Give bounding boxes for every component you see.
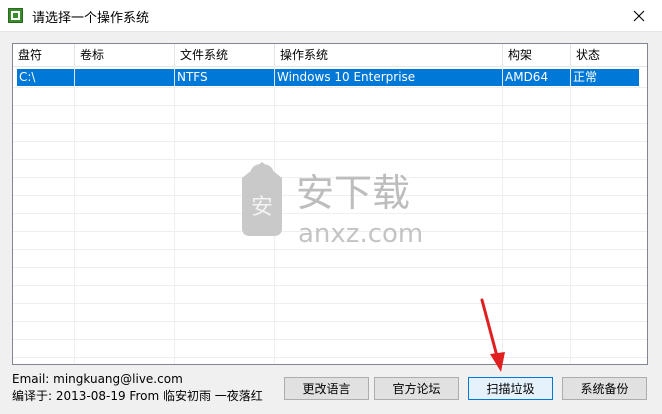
grid-line [13, 321, 647, 322]
scan-button[interactable]: 扫描垃圾 [468, 377, 553, 400]
grid-line [13, 159, 647, 160]
column-header-os[interactable]: 操作系统 [275, 44, 503, 66]
column-header-label[interactable]: 卷标 [75, 44, 175, 66]
grid-line [13, 357, 647, 358]
grid-line [13, 87, 647, 88]
grid-line [13, 105, 647, 106]
column-header-status[interactable]: 状态 [571, 44, 647, 66]
change-language-button[interactable]: 更改语言 [284, 377, 369, 400]
drive-list[interactable]: 盘符 卷标 文件系统 操作系统 构架 状态 C:\ NTFS Windows 1… [12, 43, 648, 365]
cell-arch: AMD64 [503, 69, 571, 86]
cell-filesystem: NTFS [175, 69, 275, 86]
grid-line [274, 66, 275, 364]
grid-line [13, 339, 647, 340]
grid-line [74, 66, 75, 364]
grid-line [13, 213, 647, 214]
grid-line [13, 141, 647, 142]
grid-line [13, 123, 647, 124]
grid-line [13, 303, 647, 304]
grid-line [13, 231, 647, 232]
grid-line [570, 66, 571, 364]
close-button[interactable] [616, 0, 662, 31]
grid-line [13, 285, 647, 286]
cell-status: 正常 [573, 70, 598, 84]
grid-line [13, 177, 647, 178]
cell-label [75, 69, 175, 86]
close-icon [633, 10, 645, 21]
app-icon [8, 8, 23, 23]
grid-line [174, 66, 175, 364]
email-text: Email: mingkuang@live.com [12, 372, 183, 386]
compiled-text: 编译于: 2013-08-19 From 临安初雨 一夜落红 [12, 389, 263, 403]
cell-os: Windows 10 Enterprise [275, 69, 503, 86]
column-header-filesystem[interactable]: 文件系统 [175, 44, 275, 66]
grid-line [13, 267, 647, 268]
grid-line [502, 66, 503, 364]
column-header-drive[interactable]: 盘符 [13, 44, 75, 66]
forum-button[interactable]: 官方论坛 [374, 377, 459, 400]
cell-drive: C:\ [17, 69, 75, 86]
backup-button[interactable]: 系统备份 [562, 377, 647, 400]
column-header-arch[interactable]: 构架 [503, 44, 571, 66]
list-header: 盘符 卷标 文件系统 操作系统 构架 状态 [13, 44, 647, 67]
table-row[interactable]: C:\ NTFS Windows 10 Enterprise AMD64 正常 [17, 69, 639, 86]
grid-line [13, 249, 647, 250]
window-title: 请选择一个操作系统 [32, 11, 150, 26]
title-bar: 请选择一个操作系统 [0, 0, 662, 32]
grid-line [13, 195, 647, 196]
